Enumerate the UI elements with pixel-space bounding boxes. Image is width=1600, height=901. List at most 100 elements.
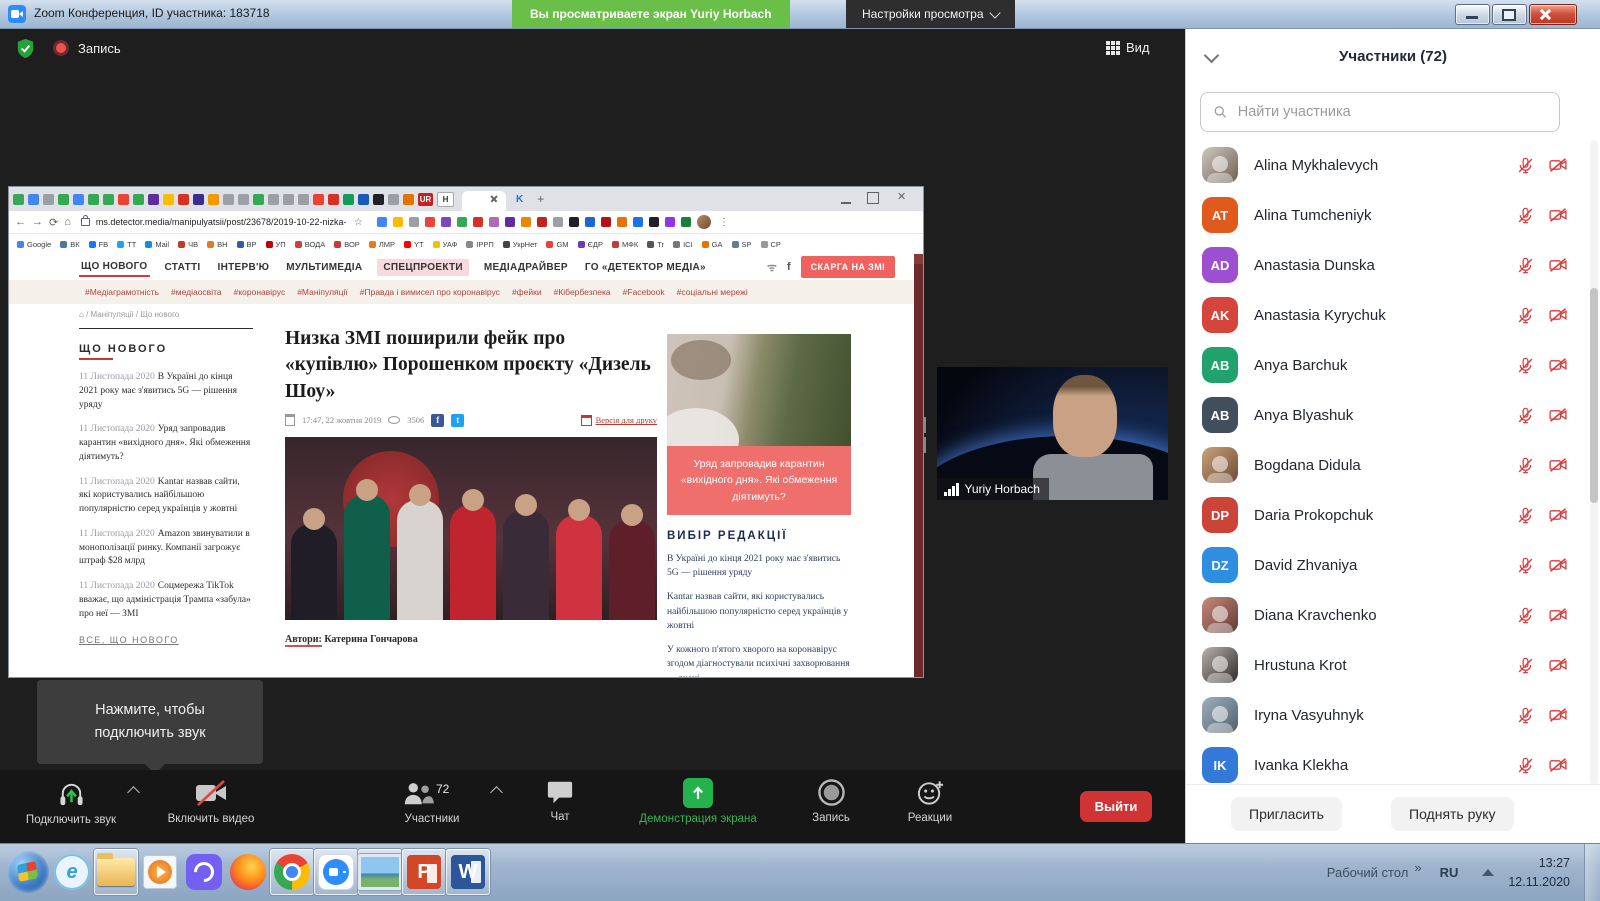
tag-link[interactable]: #Кібербезпека [554,287,611,297]
browser-menu-icon[interactable]: ⋮ [719,217,729,228]
browser-tab[interactable] [118,194,129,205]
browser-tab[interactable] [88,194,99,205]
tag-link[interactable]: #коронавірус [234,287,286,297]
bookmark-item[interactable]: ЧВ [178,240,198,249]
tag-link[interactable]: #соціальні мережі [677,287,748,297]
editors-choice-item[interactable]: В Україні до кінця 2021 року має з'явити… [667,552,851,581]
bookmark-item[interactable]: GM [546,240,568,249]
bookmark-item[interactable]: SP [732,240,752,249]
browser-tab[interactable]: H [437,192,454,207]
site-scrollbar[interactable] [914,254,923,677]
facebook-share-icon[interactable]: f [431,414,444,427]
bookmark-item[interactable]: ВК [60,240,79,249]
desktop-toolbar-label[interactable]: Рабочий стол [1327,865,1409,880]
editors-choice-item[interactable]: У кожного п'ятого хворого на коронавірус… [667,643,851,677]
bookmark-item[interactable]: ІРРП [466,240,493,249]
language-indicator[interactable]: RU [1440,865,1459,880]
site-nav-item[interactable]: ІНТЕРВ'Ю [216,259,272,276]
tab-k[interactable]: K [516,194,523,205]
extension-icon[interactable] [473,217,483,227]
extension-icon[interactable] [569,217,579,227]
participant-row[interactable]: Bogdana Didula [1186,440,1584,490]
bookmark-item[interactable]: YT [404,240,424,249]
chrome-icon[interactable] [270,849,314,895]
extension-icon[interactable] [537,217,547,227]
extension-icon[interactable] [585,217,595,227]
browser-tab[interactable] [343,194,354,205]
bookmark-item[interactable]: FB [89,240,109,249]
browser-tab[interactable] [163,194,174,205]
tag-link[interactable]: #Правда і вимисел про коронавірус [360,287,500,297]
bookmark-item[interactable]: Tr [647,240,664,249]
browser-tab[interactable] [283,194,294,205]
news-item[interactable]: 11 Листопада 2020Amazon звинуватили в мо… [79,528,253,569]
news-item[interactable]: 11 Листопада 2020Kantar назвав сайти, як… [79,476,253,517]
browser-tab[interactable] [103,194,114,205]
tag-link[interactable]: #Медіаграмотність [85,287,159,297]
extension-icon[interactable] [601,217,611,227]
rss-icon[interactable]: ᯤ [767,260,777,275]
browser-minimize-icon[interactable] [841,192,851,204]
extension-icon[interactable] [489,217,499,227]
bookmark-item[interactable]: TT [117,240,136,249]
participant-row[interactable]: Alina Mykhalevych [1186,140,1584,190]
video-panel-drag-handle[interactable] [920,414,929,456]
news-item[interactable]: 11 Листопада 2020Соцмережа TikTok вважає… [79,580,253,621]
browser-tab[interactable] [133,194,144,205]
site-nav-item[interactable]: МЕДІАДРАЙВЕР [482,259,570,276]
bookmark-item[interactable]: ВОР [334,240,360,249]
participant-row[interactable]: IK Ivanka Klekha [1186,740,1584,785]
browser-tab[interactable] [58,194,69,205]
participant-search-box[interactable] [1200,92,1560,132]
bookmark-item[interactable]: Mail [145,240,169,249]
participants-button[interactable]: 72 Участники [378,778,486,825]
participant-row[interactable]: Hrustuna Krot [1186,640,1584,690]
profile-avatar[interactable] [697,215,711,229]
browser-tab[interactable] [13,194,24,205]
browser-tab[interactable] [373,194,384,205]
zoom-app-icon[interactable] [314,849,358,895]
start-button[interactable] [6,849,50,895]
tag-link[interactable]: #Маніпуляції [297,287,348,297]
bookmark-item[interactable]: УАФ [433,240,458,249]
speaker-video-thumbnail[interactable]: Yuriy Horbach [937,367,1168,500]
bookmark-item[interactable]: СР [761,240,781,249]
invite-button[interactable]: Пригласить [1231,797,1342,831]
browser-maximize-icon[interactable] [867,192,879,204]
site-nav-item[interactable]: ЩО НОВОГО [79,258,150,277]
internet-explorer-icon[interactable]: e [50,849,94,895]
bookmark-item[interactable]: ІСІ [673,240,693,249]
browser-tab[interactable] [208,194,219,205]
tray-expand-icon[interactable] [1482,869,1494,876]
browser-tab[interactable] [193,194,204,205]
bookmark-item[interactable]: ВР [237,240,257,249]
participant-row[interactable]: AT Alina Tumcheniyk [1186,190,1584,240]
tag-link[interactable]: #медіаосвіта [171,287,222,297]
firefox-icon[interactable] [226,849,270,895]
site-nav-item[interactable]: СПЕЦПРОЕКТИ [377,259,469,276]
leave-button[interactable]: Выйти [1080,791,1152,822]
browser-tab[interactable] [148,194,159,205]
browser-tab[interactable] [253,194,264,205]
participant-row[interactable]: AK Anastasia Kyrychuk [1186,290,1584,340]
tag-link[interactable]: #Facebook [623,287,665,297]
minimize-button[interactable] [1455,4,1490,25]
browser-close-icon[interactable]: ✕ [897,192,907,202]
news-item[interactable]: 11 Листопада 2020В Україні до кінця 2021… [79,371,253,412]
browser-tab[interactable] [223,194,234,205]
bookmark-item[interactable]: МФК [612,240,638,249]
taskbar-clock[interactable]: 13:27 12.11.2020 [1508,854,1570,892]
panel-scrollbar-thumb[interactable] [1590,288,1598,503]
tag-link[interactable]: #фейки [512,287,542,297]
participant-row[interactable]: AD Anastasia Dunska [1186,240,1584,290]
viber-icon[interactable] [182,849,226,895]
active-tab[interactable] [462,191,506,211]
start-video-button[interactable]: Включить видео [150,778,272,825]
record-button[interactable]: Запись [800,778,862,824]
file-explorer-icon[interactable] [94,849,138,895]
participant-row[interactable]: AB Anya Blyashuk [1186,390,1584,440]
extension-icon[interactable] [425,217,435,227]
participant-row[interactable]: AB Anya Barchuk [1186,340,1584,390]
back-icon[interactable]: ← [15,216,26,228]
browser-tab[interactable] [268,194,279,205]
